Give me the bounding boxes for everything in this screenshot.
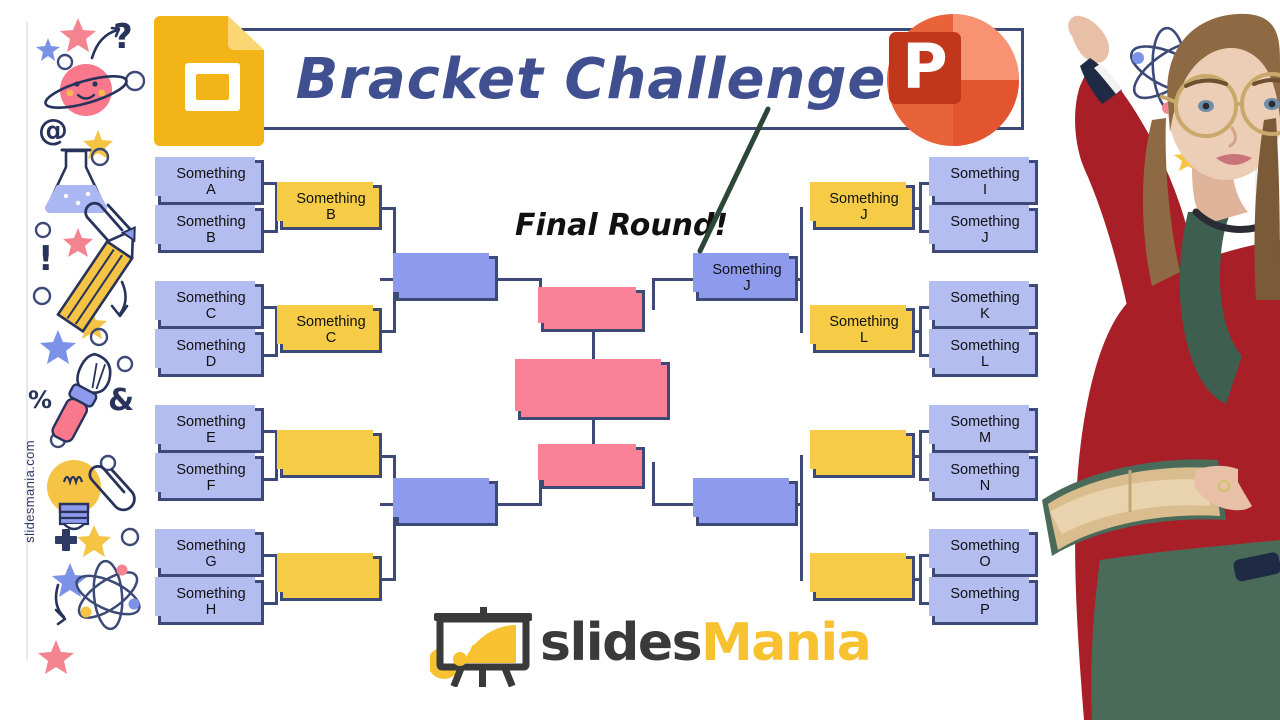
percent-icon: %	[28, 386, 52, 414]
circle-icon	[124, 70, 146, 92]
pencil-icon	[56, 225, 136, 334]
box-label: Something H	[176, 586, 246, 618]
left-doodle-panel: ? @ ! % & slidesmania.com	[0, 0, 150, 720]
circle-icon	[116, 355, 134, 373]
bracket-box-left-r2-1[interactable]: Something B	[277, 182, 382, 230]
bracket-box-final-right[interactable]	[538, 444, 645, 489]
bracket-box-left-r1-1[interactable]: Something A	[155, 157, 264, 205]
paintbrush-icon	[51, 352, 112, 443]
box-label: Something A	[176, 166, 246, 198]
box-label: Something J	[829, 191, 899, 223]
circle-icon	[99, 454, 117, 472]
circle-icon	[56, 53, 74, 71]
circle-icon	[120, 527, 140, 547]
star-icon	[77, 525, 111, 557]
arrow-curve-icon	[110, 304, 129, 318]
box-label: Something L	[829, 314, 899, 346]
box-label: Something J	[712, 262, 782, 294]
bracket-box-right-r2-2[interactable]: Something L	[810, 305, 915, 353]
logo-word-mania: Mania	[701, 613, 872, 673]
circle-icon	[49, 431, 67, 449]
pointer-stick	[697, 106, 771, 254]
bracket-box-left-r1-2[interactable]: Something B	[155, 205, 264, 253]
at-sign-icon: @	[38, 113, 68, 148]
star-icon	[60, 18, 96, 52]
circle-icon	[90, 147, 110, 167]
bracket-box-left-r2-3[interactable]	[277, 430, 382, 478]
arrow-curve-icon	[110, 26, 121, 38]
arrow-curve-icon	[54, 583, 66, 619]
star-icon	[36, 38, 60, 61]
bracket-box-left-r1-4[interactable]: Something D	[155, 329, 264, 377]
arrow-curve-icon	[90, 28, 120, 60]
star-icon	[60, 470, 84, 493]
bracket-box-left-r1-6[interactable]: Something F	[155, 453, 264, 501]
bracket-box-right-sf-1[interactable]: Something J	[693, 253, 798, 301]
bracket-box-right-sf-2[interactable]	[693, 478, 798, 526]
plus-icon	[55, 529, 77, 551]
lightbulb-icon	[47, 460, 101, 531]
bracket-box-champion[interactable]	[515, 359, 670, 420]
circle-icon	[34, 221, 52, 239]
logo-word-slides: slides	[540, 613, 703, 673]
star-icon	[77, 310, 107, 339]
star-icon	[52, 563, 88, 597]
bracket-box-left-r2-2[interactable]: Something C	[277, 305, 382, 353]
arrow-curve-icon	[118, 280, 127, 316]
slidesmania-watermark: slidesmania.com	[22, 440, 37, 543]
flask-icon	[44, 148, 108, 213]
star-icon	[83, 130, 113, 159]
bracket-box-left-r1-3[interactable]: Something C	[155, 281, 264, 329]
bracket-box-right-r2-1[interactable]: Something J	[810, 182, 915, 230]
star-icon	[40, 330, 76, 364]
box-label: Something F	[176, 462, 246, 494]
star-icon	[63, 228, 93, 257]
bracket-box-left-r1-5[interactable]: Something E	[155, 405, 264, 453]
box-label: Something G	[176, 538, 246, 570]
arrow-curve-icon	[54, 608, 67, 626]
box-label: Something C	[296, 314, 366, 346]
slidesmania-logo: slidesMania	[430, 607, 872, 687]
ampersand-icon: &	[108, 383, 134, 418]
bracket-box-left-r1-8[interactable]: Something H	[155, 577, 264, 625]
logo-wordmark: slidesMania	[540, 613, 872, 673]
atom-icon	[75, 559, 141, 631]
paperclip-icon	[84, 201, 135, 251]
bracket-box-left-sf-1[interactable]	[393, 253, 498, 301]
box-label: Something C	[176, 290, 246, 322]
bracket-box-right-r2-3[interactable]	[810, 430, 915, 478]
powerpoint-letter: P	[902, 30, 947, 103]
box-label: Something B	[296, 191, 366, 223]
google-slides-logo	[152, 8, 272, 148]
box-label: Something B	[176, 214, 246, 246]
slide-canvas: ? @ ! % & slidesmania.com Bracket Challe…	[0, 0, 1280, 720]
question-mark-icon: ?	[113, 17, 133, 57]
exclamation-icon: !	[38, 239, 54, 279]
planet-smiley-icon	[44, 64, 128, 116]
circle-icon	[89, 327, 109, 347]
star-icon	[38, 640, 74, 674]
bracket-box-right-r2-4[interactable]	[810, 553, 915, 601]
bracket-box-final-left[interactable]	[538, 287, 645, 332]
bracket-box-left-sf-2[interactable]	[393, 478, 498, 526]
paperclip-icon	[88, 464, 136, 512]
circle-icon	[32, 286, 52, 306]
bracket-box-left-r2-4[interactable]	[277, 553, 382, 601]
bracket-box-left-r1-7[interactable]: Something G	[155, 529, 264, 577]
presenter-photo	[1042, 13, 1280, 720]
box-label: Something D	[176, 338, 246, 370]
box-label: Something E	[176, 414, 246, 446]
